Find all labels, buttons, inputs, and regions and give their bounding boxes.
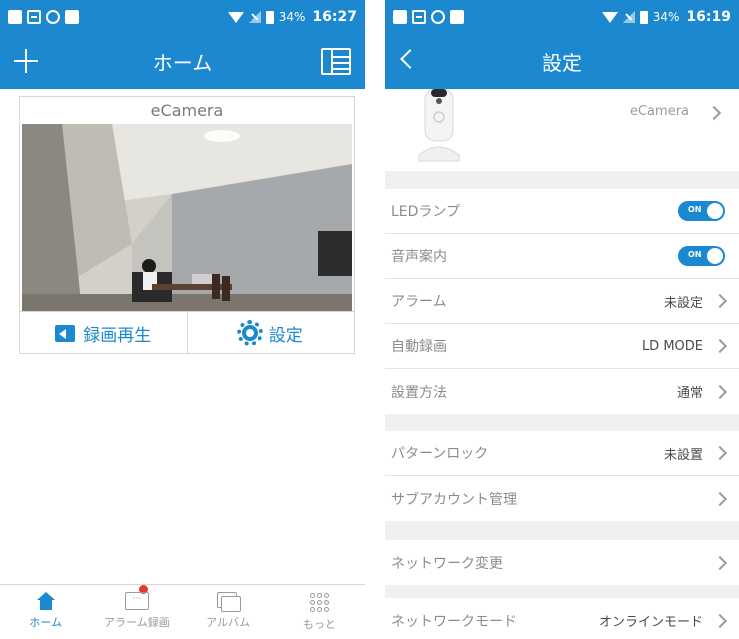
tab-label: アラーム録画	[104, 616, 170, 629]
setting-pattern-lock[interactable]: パターンロック 未設置	[385, 431, 739, 476]
settings-group-network-mode: ネットワークモード オンラインモード	[385, 598, 739, 639]
setting-alarm[interactable]: アラーム 未設定	[385, 279, 739, 324]
page-title: ホーム	[152, 51, 213, 75]
notification-icon	[8, 10, 22, 24]
setting-label: ネットワークモード	[391, 613, 517, 630]
home-icon	[36, 592, 55, 610]
sync-icon	[431, 10, 445, 24]
bottom-tab-bar: ホーム ··· アラーム録画 アルバム もっと	[0, 584, 365, 639]
setting-label: ネットワーク変更	[391, 555, 503, 572]
chevron-right-icon	[706, 105, 722, 121]
chevron-right-icon	[712, 491, 728, 506]
settings-group-device: LEDランプ ON 音声案内 ON アラーム 未設定 自動録画 LD MODE …	[385, 189, 739, 414]
tab-label: アルバム	[206, 616, 251, 629]
setting-value: 通常	[676, 386, 703, 401]
battery-icon	[265, 10, 274, 24]
setting-value: LD MODE	[641, 338, 703, 354]
settings-group-security: パターンロック 未設置 サブアカウント管理	[385, 431, 739, 521]
device-card[interactable]: eCamera	[385, 89, 739, 171]
playback-icon	[55, 324, 76, 342]
gear-icon	[236, 320, 263, 346]
setting-value: 未設置	[663, 447, 703, 463]
tab-album[interactable]: アルバム	[183, 585, 274, 639]
settings-screen: 34% 16:19 設定 eCamera LEDランプ ON 音声案内 ON ア…	[385, 0, 739, 639]
chevron-right-icon	[712, 613, 728, 628]
wifi-icon	[601, 11, 618, 23]
camera-name: eCamera	[150, 101, 224, 120]
battery-percent: 34%	[278, 10, 306, 24]
setting-installation[interactable]: 設置方法 通常	[385, 369, 739, 414]
more-icon	[309, 593, 329, 612]
setting-sub-account[interactable]: サブアカウント管理	[385, 476, 739, 521]
sync-icon	[46, 10, 60, 24]
bag-icon	[450, 10, 464, 24]
setting-label: 音声案内	[391, 249, 447, 265]
chevron-right-icon	[712, 384, 728, 399]
battery-percent: 34%	[652, 10, 680, 24]
status-bar: 34% 16:27	[0, 0, 365, 34]
album-icon	[217, 592, 242, 612]
status-time: 16:19	[686, 9, 731, 25]
setting-label: アラーム	[391, 294, 447, 310]
chevron-right-icon	[712, 445, 728, 461]
image-icon	[27, 10, 41, 24]
chevron-right-icon	[712, 338, 728, 354]
chevron-right-icon	[712, 293, 728, 309]
tab-label: ホーム	[29, 616, 62, 629]
camera-card[interactable]: eCamera 録画再生 設定	[19, 96, 355, 354]
app-bar: 設定	[385, 34, 739, 89]
settings-group-network: ネットワーク変更	[385, 540, 739, 585]
setting-value: オンラインモード	[598, 615, 703, 630]
tab-home[interactable]: ホーム	[0, 585, 91, 639]
camera-preview-image[interactable]	[22, 124, 352, 311]
status-time: 16:27	[312, 9, 357, 25]
signal-icon	[622, 11, 635, 23]
device-name: eCamera	[629, 104, 689, 119]
image-icon	[412, 10, 426, 24]
setting-label: LEDランプ	[391, 204, 461, 220]
camera-device-image	[418, 89, 460, 162]
setting-label: パターンロック	[391, 446, 489, 462]
setting-auto-record[interactable]: 自動録画 LD MODE	[385, 324, 739, 369]
setting-label: 自動録画	[391, 339, 447, 355]
tab-alarm-recording[interactable]: ··· アラーム録画	[91, 585, 182, 639]
message-icon: ···	[124, 592, 149, 610]
settings-label: 設定	[268, 325, 303, 346]
setting-value: 未設定	[663, 295, 703, 311]
setting-label: 設置方法	[391, 384, 447, 401]
setting-network-change[interactable]: ネットワーク変更	[385, 540, 739, 585]
setting-led-lamp: LEDランプ ON	[385, 189, 739, 234]
notification-icon	[393, 10, 407, 24]
signal-icon	[248, 11, 261, 23]
settings-button[interactable]: 設定	[186, 312, 355, 354]
wifi-icon	[227, 11, 244, 23]
status-bar: 34% 16:19	[385, 0, 739, 34]
list-view-icon[interactable]	[321, 48, 351, 75]
page-title: 設定	[542, 51, 582, 75]
led-lamp-toggle[interactable]: ON	[678, 201, 725, 221]
tab-more[interactable]: もっと	[274, 585, 365, 639]
home-screen: 34% 16:27 ホーム eCamera 録画再生 設定 ホーム ··· アラ…	[0, 0, 365, 639]
bag-icon	[65, 10, 79, 24]
battery-icon	[639, 10, 648, 24]
setting-network-mode[interactable]: ネットワークモード オンラインモード	[385, 598, 739, 639]
playback-label: 録画再生	[83, 325, 152, 346]
tab-label: もっと	[302, 618, 336, 631]
setting-voice-guide: 音声案内 ON	[385, 234, 739, 279]
voice-guide-toggle[interactable]: ON	[678, 246, 725, 266]
playback-button[interactable]: 録画再生	[20, 312, 187, 354]
app-bar: ホーム	[0, 34, 365, 89]
chevron-right-icon	[712, 555, 728, 570]
setting-label: サブアカウント管理	[391, 491, 517, 508]
